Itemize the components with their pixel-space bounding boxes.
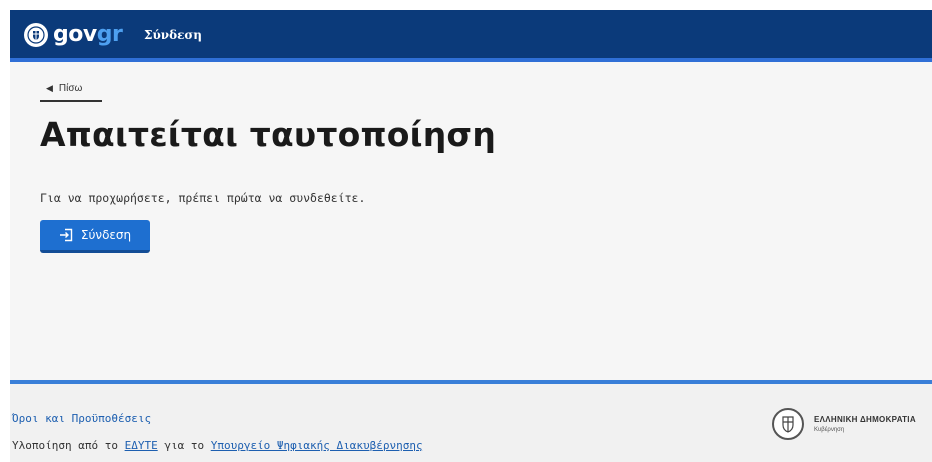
login-icon [59,228,73,242]
back-link[interactable]: ◀ Πίσω [40,76,102,102]
gov-logo-text: ΕΛΛΗΝΙΚΗ ΔΗΜΟΚΡΑΤΙΑ Κυβέρνηση [814,415,916,433]
implementation-credit: Υλοποίηση από το ΕΔΥΤΕ για το Υπουργείο … [12,439,423,452]
gov-logo-sub: Κυβέρνηση [814,427,845,433]
signin-button-label: Σύνδεση [80,228,132,242]
govgr-wordmark: govgr [53,21,123,49]
govgr-logo[interactable]: govgr [24,21,123,49]
edyte-link[interactable]: ΕΔΥΤΕ [125,439,158,452]
signin-button[interactable]: Σύνδεση [40,220,150,253]
logo-gr-text: gr [96,22,123,47]
auth-description: Για να προχωρήσετε, πρέπει πρώτα να συνδ… [40,191,366,205]
gov-logo-name: ΕΛΛΗΝΙΚΗ ΔΗΜΟΚΡΑΤΙΑ [814,415,916,424]
footer: Όροι και Προϋποθέσεις Υλοποίηση από το Ε… [10,384,932,462]
coat-of-arms-icon [772,408,804,440]
terms-link[interactable]: Όροι και Προϋποθέσεις [12,412,151,425]
hellenic-republic-logo[interactable]: ΕΛΛΗΝΙΚΗ ΔΗΜΟΚΡΑΤΙΑ Κυβέρνηση [772,408,916,440]
implementation-prefix: Υλοποίηση από το [12,439,125,452]
page-title: Απαιτείται ταυτοποίηση [40,115,497,154]
ministry-link[interactable]: Υπουργείο Ψηφιακής Διακυβέρνησης [211,439,423,452]
page: govgr Σύνδεση ◀ Πίσω Απαιτείται ταυτοποί… [10,10,932,462]
top-header: govgr Σύνδεση [10,10,932,62]
implementation-mid: για το [157,439,211,452]
header-signin-link[interactable]: Σύνδεση [144,27,202,43]
chevron-left-icon: ◀ [46,82,53,93]
coat-of-arms-icon [24,23,48,47]
logo-gov-text: gov [53,22,97,47]
back-link-label: Πίσω [58,82,83,94]
